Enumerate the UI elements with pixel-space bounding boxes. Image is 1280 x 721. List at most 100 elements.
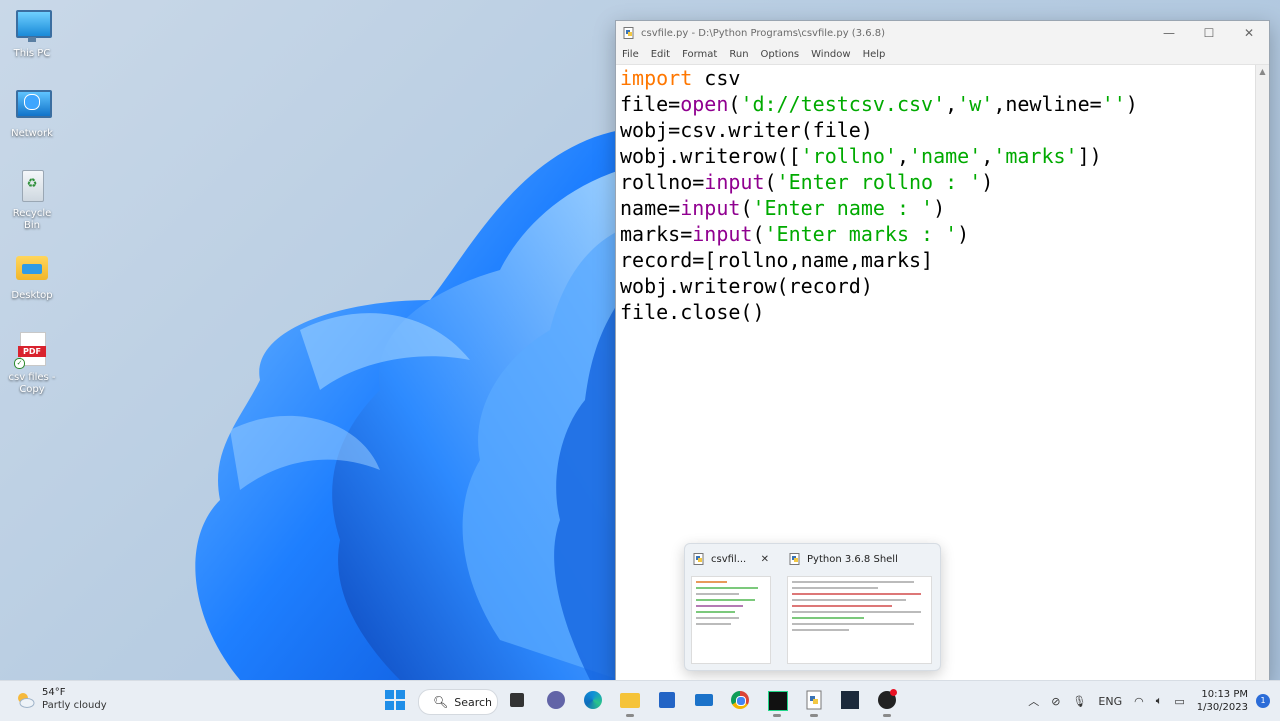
clock-time: 10:13 PM — [1201, 689, 1248, 700]
app-button[interactable] — [839, 689, 861, 711]
code-token: input — [680, 196, 741, 220]
file-explorer-button[interactable] — [619, 689, 641, 717]
desktop-icon-network[interactable]: Network — [4, 88, 60, 140]
minimize-button[interactable]: — — [1149, 21, 1189, 45]
wifi-icon[interactable]: ◠ — [1134, 695, 1144, 708]
code-token: ) — [981, 170, 994, 194]
notification-badge[interactable]: 1 — [1256, 694, 1270, 708]
thumbnail-title: Python 3.6.8 Shell — [807, 553, 898, 565]
task-view-icon — [510, 693, 524, 707]
store-icon — [659, 692, 675, 708]
app-icon — [841, 691, 859, 709]
code-token: open — [680, 92, 729, 116]
code-token: ) — [933, 196, 946, 220]
thumbnail-preview — [787, 576, 932, 664]
battery-icon[interactable]: ▭ — [1174, 695, 1184, 708]
vertical-scrollbar[interactable]: ▲ — [1255, 65, 1269, 681]
code-token: file.close() — [620, 300, 765, 324]
menu-run[interactable]: Run — [723, 49, 754, 60]
menu-edit[interactable]: Edit — [645, 49, 676, 60]
code-token: input — [704, 170, 765, 194]
code-token: ) — [1125, 92, 1138, 116]
code-token: ]) — [1077, 144, 1102, 168]
menu-window[interactable]: Window — [805, 49, 856, 60]
weather-widget[interactable]: 54°F Partly cloudy — [14, 687, 107, 712]
code-line: name=input('Enter name : ') — [620, 195, 1251, 221]
code-line: rollno=input('Enter rollno : ') — [620, 169, 1251, 195]
code-token: 'name' — [909, 144, 982, 168]
code-token: name= — [620, 196, 681, 220]
chevron-up-icon[interactable]: ︿ — [1028, 693, 1039, 709]
scroll-up-icon[interactable]: ▲ — [1256, 65, 1269, 78]
idle-button[interactable] — [803, 689, 825, 717]
partly-cloudy-icon — [18, 692, 35, 708]
language-indicator[interactable]: ENG — [1098, 695, 1122, 708]
edge-button[interactable] — [582, 689, 604, 711]
code-token: '' — [1101, 92, 1126, 116]
volume-icon[interactable]: 🔈︎ — [1156, 694, 1163, 708]
start-button[interactable] — [384, 689, 406, 711]
weather-temp: 54°F — [42, 687, 66, 698]
task-view-button[interactable] — [506, 689, 528, 711]
clock-date: 1/30/2023 — [1196, 702, 1248, 713]
thumbnail-csvfile[interactable]: csvfil... ✕ — [685, 544, 775, 670]
chat-icon — [547, 691, 565, 709]
window-title: csvfile.py - D:\Python Programs\csvfile.… — [641, 27, 886, 39]
chrome-button[interactable] — [729, 689, 751, 711]
mail-button[interactable] — [693, 689, 715, 711]
title-bar[interactable]: csvfile.py - D:\Python Programs\csvfile.… — [616, 21, 1269, 45]
code-line: record=[rollno,name,marks] — [620, 247, 1251, 273]
code-token: 'Enter rollno : ' — [776, 170, 982, 194]
code-token: ( — [740, 196, 753, 220]
teams-chat-button[interactable] — [545, 689, 567, 711]
network-icon — [14, 88, 52, 124]
taskbar-search[interactable]: 🔍︎ Search — [418, 689, 498, 715]
code-token: 'w' — [957, 92, 994, 116]
thumbnail-title: csvfil... — [711, 553, 747, 565]
code-token: file= — [620, 92, 681, 116]
weather-condition: Partly cloudy — [42, 700, 107, 711]
thumbnail-close-icon[interactable]: ✕ — [761, 554, 769, 565]
code-token: marks= — [620, 222, 693, 246]
clock[interactable]: 10:13 PM 1/30/2023 — [1197, 688, 1248, 714]
python-file-icon — [806, 690, 822, 710]
code-token: 'Enter marks : ' — [764, 222, 958, 246]
close-button[interactable]: ✕ — [1229, 21, 1269, 45]
pycharm-button[interactable] — [766, 689, 788, 717]
menu-file[interactable]: File — [616, 49, 645, 60]
code-token: input — [692, 222, 753, 246]
menu-format[interactable]: Format — [676, 49, 723, 60]
code-line: wobj=csv.writer(file) — [620, 117, 1251, 143]
code-line: import csv — [620, 65, 1251, 91]
recorder-button[interactable] — [876, 689, 898, 717]
code-token: ( — [764, 170, 777, 194]
system-tray: ︿ ⊘ 🎙︎ ENG ◠ 🔈︎ ▭ 10:13 PM 1/30/2023 1 — [1022, 681, 1280, 721]
desktop-icon-this-pc[interactable]: This PC — [4, 8, 60, 60]
desktop-icon-csv-files-copy[interactable]: PDF ✓ csv files - Copy — [4, 332, 60, 396]
pdf-file-icon: PDF ✓ — [14, 332, 50, 369]
search-label: Search — [454, 695, 493, 709]
taskbar-thumbnail-popup: csvfil... ✕ Python 3.6.8 Shell — [684, 543, 941, 671]
monitor-icon — [14, 8, 52, 44]
code-token: 'marks' — [993, 144, 1078, 168]
desktop-icon-recycle-bin[interactable]: ♻ Recycle Bin — [4, 168, 60, 232]
code-token: , — [945, 92, 958, 116]
store-button[interactable] — [656, 689, 678, 711]
code-line: file=open('d://testcsv.csv','w',newline=… — [620, 91, 1251, 117]
microphone-icon[interactable]: 🎙︎ — [1072, 695, 1086, 708]
maximize-button[interactable]: ☐ — [1189, 21, 1229, 45]
code-token: 'Enter name : ' — [752, 196, 934, 220]
code-token: rollno= — [620, 170, 705, 194]
python-file-icon — [623, 27, 634, 39]
menu-options[interactable]: Options — [755, 49, 806, 60]
code-line: wobj.writerow(['rollno','name','marks']) — [620, 143, 1251, 169]
search-icon: 🔍︎ — [433, 695, 449, 709]
network-status-icon[interactable]: ⊘ — [1051, 695, 1060, 708]
code-token: csv — [692, 66, 741, 90]
menu-help[interactable]: Help — [857, 49, 892, 60]
python-file-icon — [693, 553, 704, 565]
thumbnail-preview — [691, 576, 771, 664]
thumbnail-python-shell[interactable]: Python 3.6.8 Shell — [781, 544, 936, 670]
menu-bar: File Edit Format Run Options Window Help — [616, 45, 1269, 65]
desktop-icon-desktop-folder[interactable]: Desktop — [4, 250, 60, 302]
